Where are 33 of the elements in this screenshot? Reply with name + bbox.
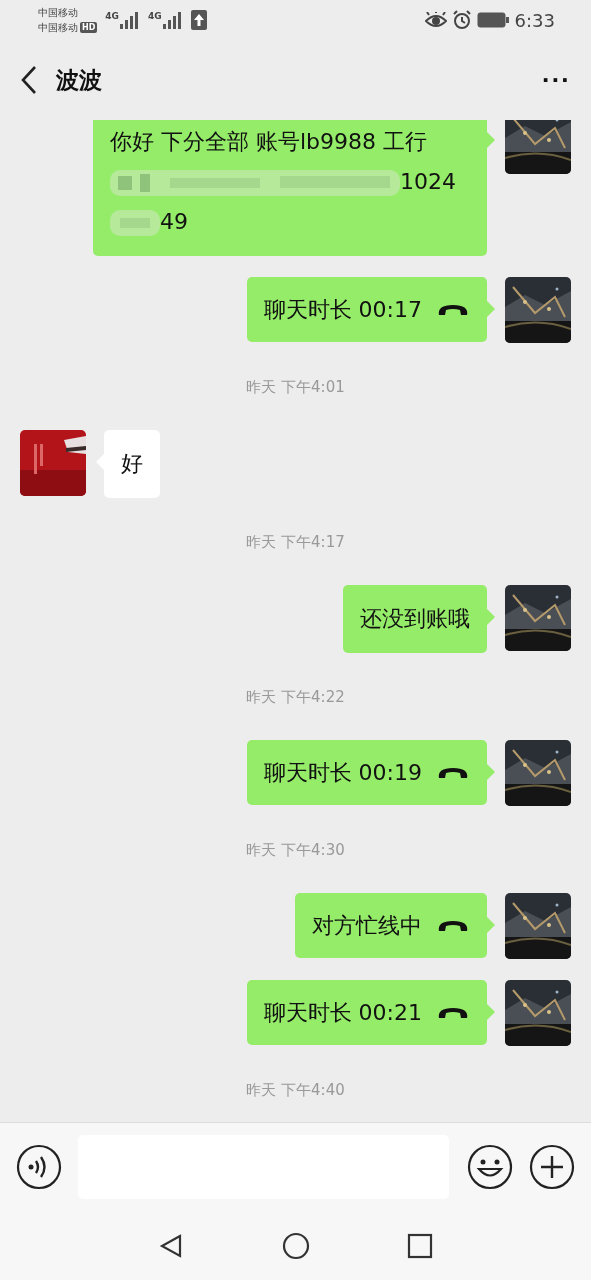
home-button[interactable] xyxy=(281,1231,310,1260)
signal-icon xyxy=(162,11,183,29)
carrier-name: 中国移动 xyxy=(38,21,78,35)
upload-icon xyxy=(190,10,207,30)
timestamp: 昨天 下午4:22 xyxy=(246,688,345,707)
call-text: 聊天时长 00:19 xyxy=(263,758,422,787)
chat-title: 波波 xyxy=(56,65,103,95)
network-label: 4G xyxy=(105,11,119,21)
timestamp: 昨天 下午4:17 xyxy=(246,533,345,552)
message-text: 还没到账哦 xyxy=(360,605,470,633)
call-text: 对方忙线中 xyxy=(312,911,422,940)
alarm-icon xyxy=(451,10,472,30)
more-button[interactable]: ··· xyxy=(542,64,571,96)
message-text: 好 xyxy=(121,450,143,478)
back-button[interactable] xyxy=(20,65,38,95)
redaction-blur xyxy=(110,208,160,238)
hd-badge: HD xyxy=(80,22,98,33)
timestamp: 昨天 下午4:40 xyxy=(246,1081,345,1100)
call-text: 聊天时长 00:17 xyxy=(263,295,422,324)
message-text: 你好 下分全部 账号lb9988 工行 1024 49 xyxy=(110,122,470,242)
network-label: 4G xyxy=(148,11,162,21)
call-text: 聊天时长 00:21 xyxy=(263,998,422,1027)
carrier-name: 中国移动 xyxy=(38,6,78,20)
eye-icon xyxy=(424,12,447,28)
clock-time: 6:33 xyxy=(514,9,555,31)
voice-button[interactable] xyxy=(16,1144,62,1190)
emoji-button[interactable] xyxy=(467,1144,513,1190)
recents-button[interactable] xyxy=(405,1231,434,1260)
add-button[interactable] xyxy=(529,1144,575,1190)
battery-icon xyxy=(476,12,509,28)
timestamp: 昨天 下午4:30 xyxy=(246,841,345,860)
signal-icon xyxy=(120,11,140,29)
timestamp: 昨天 下午4:01 xyxy=(246,378,345,397)
